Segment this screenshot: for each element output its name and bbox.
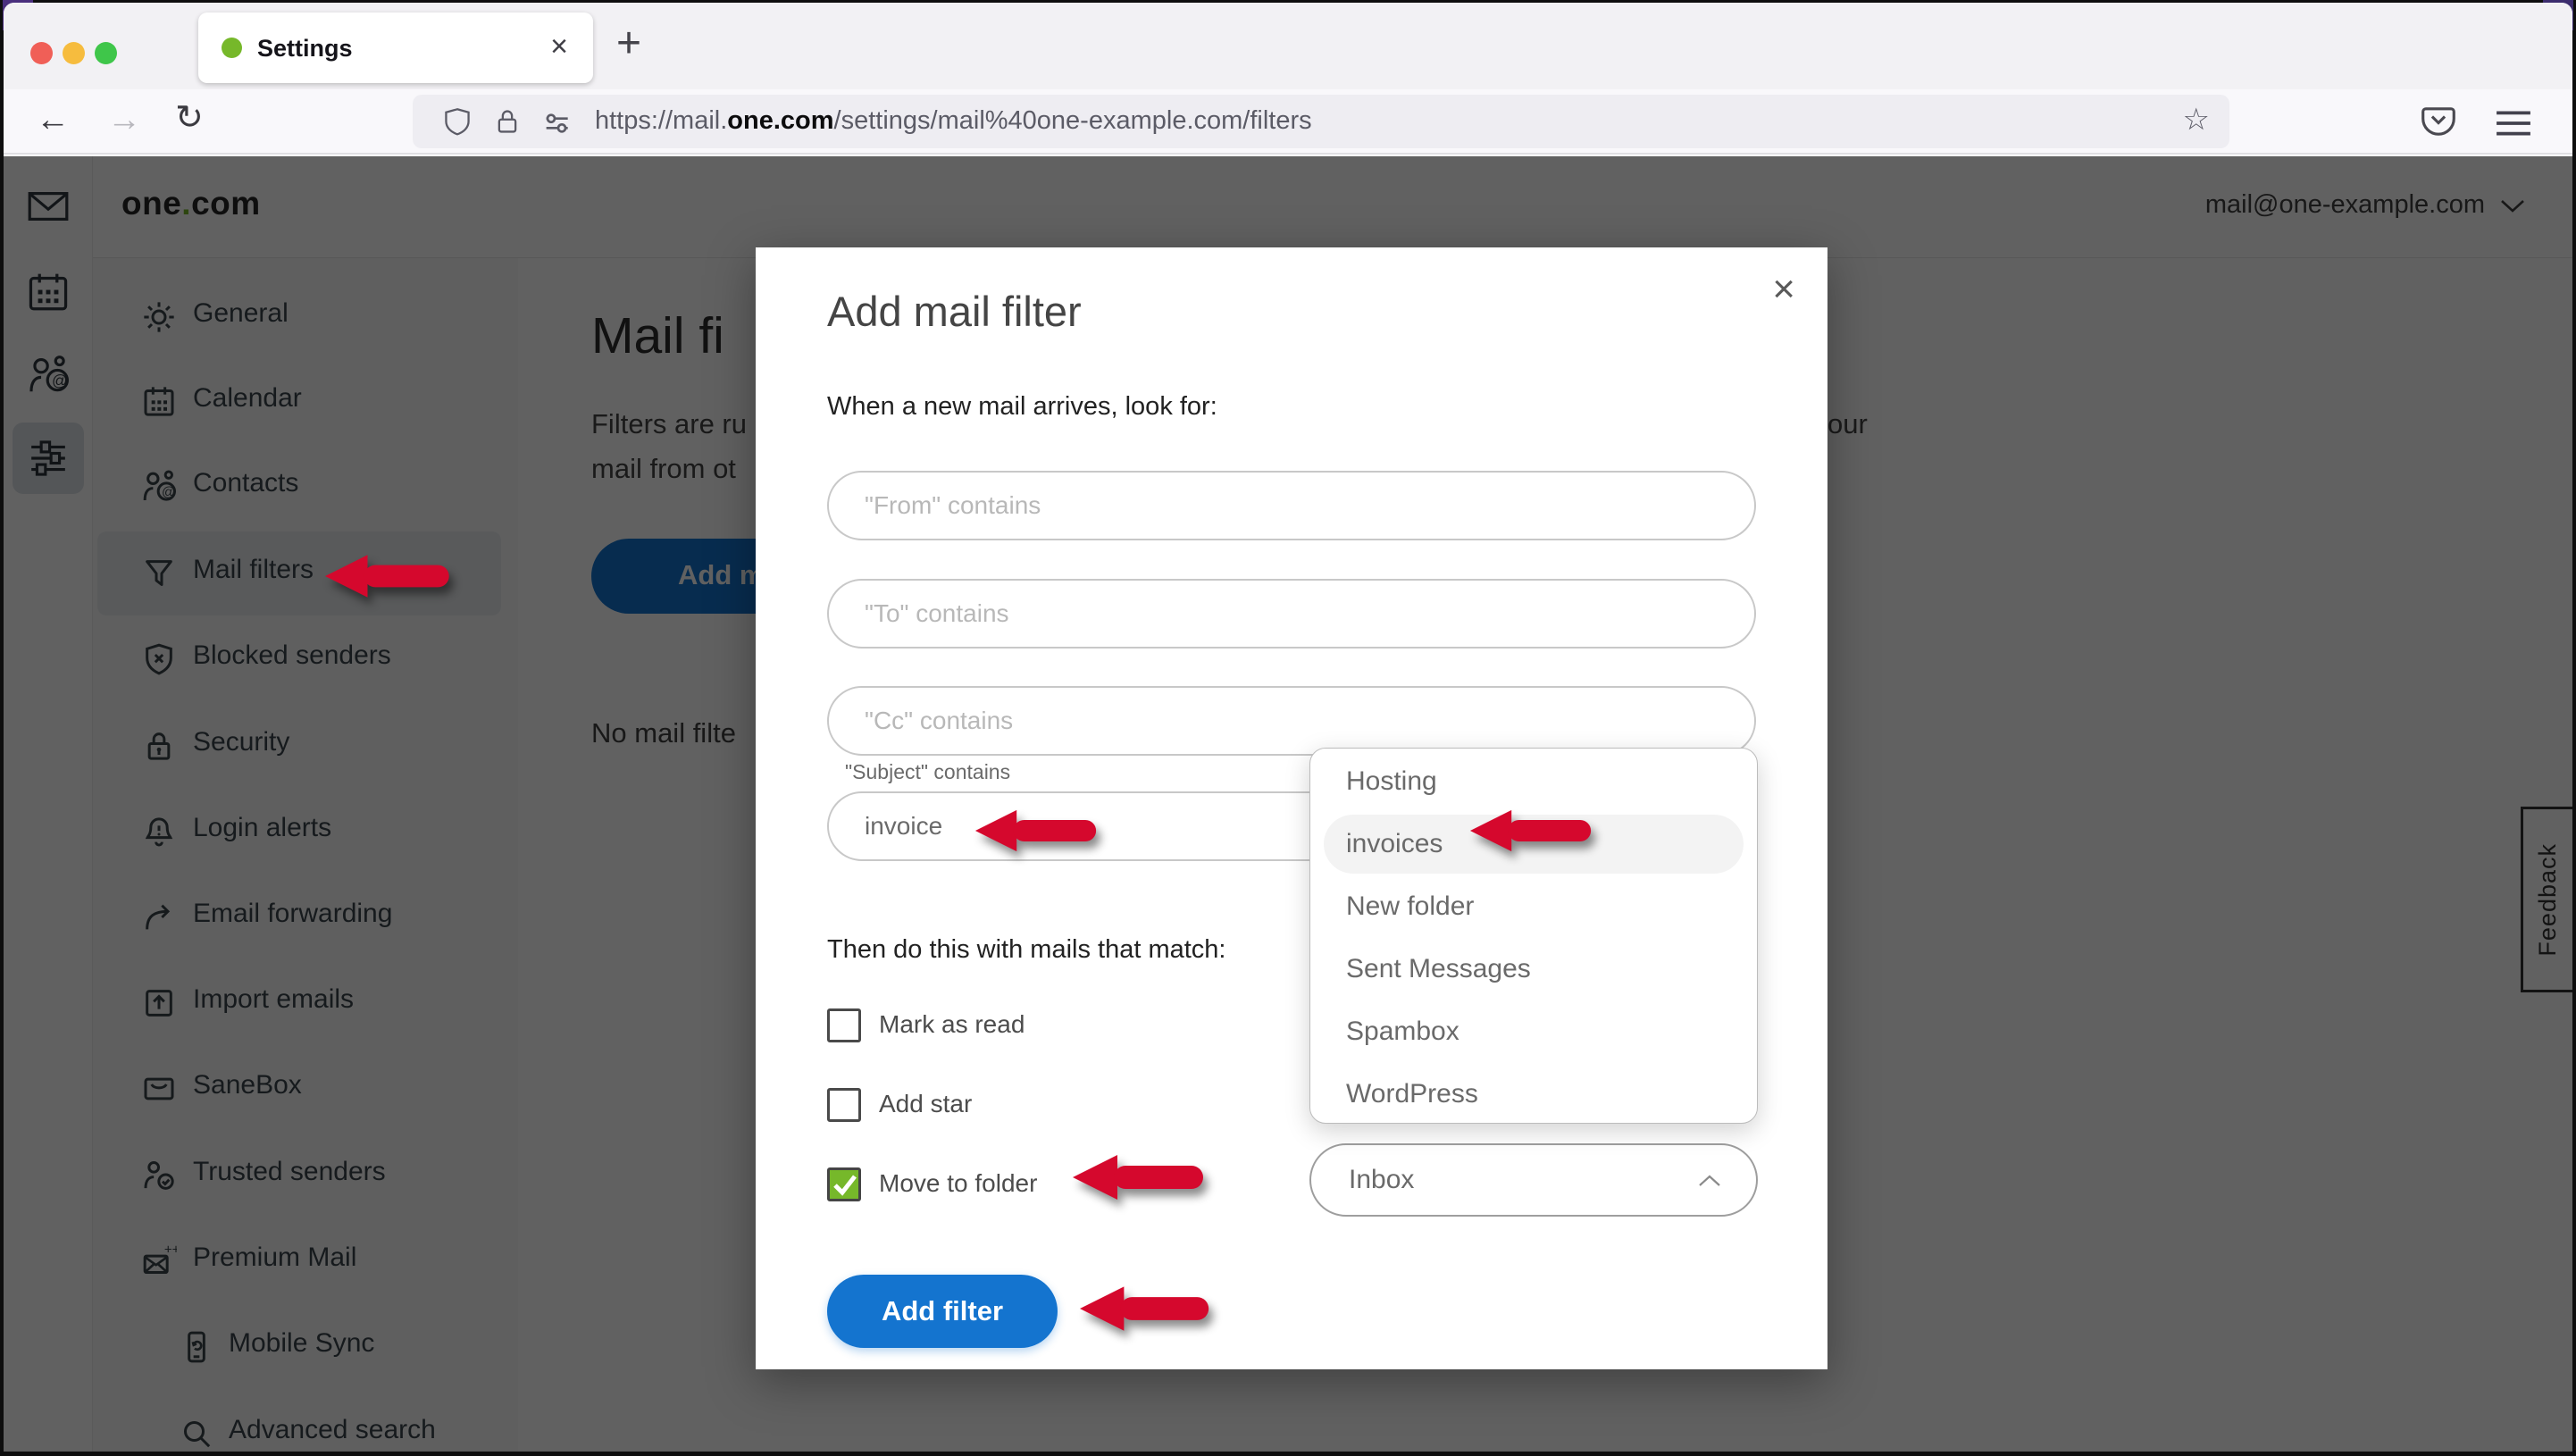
checkbox-unchecked[interactable] — [827, 1008, 861, 1042]
add-filter-button[interactable]: Add filter — [827, 1275, 1058, 1348]
folder-dropdown-list: Hosting invoices New folder Sent Message… — [1309, 748, 1758, 1124]
checkbox-unchecked[interactable] — [827, 1088, 861, 1122]
close-window-button[interactable] — [30, 42, 53, 64]
folder-option-wordpress[interactable]: WordPress — [1310, 1063, 1757, 1125]
tab-title: Settings — [257, 35, 353, 63]
checkbox-checked[interactable] — [827, 1167, 861, 1201]
browser-toolbar: ← → ↻ https://mail.one.com/settings/mail… — [4, 89, 2572, 155]
folder-option-hosting[interactable]: Hosting — [1310, 750, 1757, 813]
close-icon[interactable]: × — [1772, 267, 1795, 312]
tab-strip: Settings × + — [4, 3, 2572, 89]
conditions-heading: When a new mail arrives, look for: — [827, 392, 1217, 422]
subject-contains-label: "Subject" contains — [845, 760, 1010, 784]
bookmark-star-icon[interactable]: ☆ — [2183, 102, 2210, 138]
modal-title: Add mail filter — [827, 287, 1082, 336]
new-tab-button[interactable]: + — [616, 17, 641, 71]
screenshot-root: Settings × + ← → ↻ https://mail.one.com/… — [0, 0, 2576, 1456]
annotation-arrow-mail-filters — [325, 553, 461, 599]
folder-select[interactable]: Inbox — [1309, 1143, 1758, 1217]
folder-option-sent-messages[interactable]: Sent Messages — [1310, 938, 1757, 1000]
tab-close-icon[interactable]: × — [550, 29, 568, 64]
folder-select-value: Inbox — [1349, 1165, 1414, 1195]
minimize-window-button[interactable] — [63, 42, 85, 64]
url-path: /settings/mail%40one-example.com/filters — [834, 106, 1312, 135]
folder-option-spambox[interactable]: Spambox — [1310, 1000, 1757, 1063]
checkmark-icon — [832, 1173, 858, 1198]
permissions-icon[interactable] — [543, 113, 573, 134]
forward-button[interactable]: → — [107, 96, 141, 143]
tracking-shield-icon[interactable] — [443, 107, 472, 136]
maximize-window-button[interactable] — [95, 42, 117, 64]
back-button[interactable]: ← — [36, 96, 70, 143]
url-bar[interactable]: https://mail.one.com/settings/mail%40one… — [413, 95, 2229, 148]
cc-contains-field[interactable] — [827, 686, 1756, 756]
annotation-arrow-add-filter — [1080, 1284, 1221, 1333]
browser-window: Settings × + ← → ↻ https://mail.one.com/… — [4, 3, 2572, 1452]
reload-button[interactable]: ↻ — [175, 95, 204, 141]
tab-favicon — [222, 38, 242, 58]
chevron-up-icon — [1697, 1174, 1722, 1188]
annotation-arrow-subject-invoice — [965, 808, 1118, 853]
pocket-icon[interactable] — [2419, 102, 2458, 141]
actions-heading: Then do this with mails that match: — [827, 935, 1225, 965]
from-contains-field[interactable] — [827, 471, 1756, 540]
to-contains-field[interactable] — [827, 579, 1756, 649]
url-domain: one.com — [727, 106, 833, 135]
from-contains-input[interactable] — [827, 471, 1756, 540]
menu-hamburger-icon[interactable] — [2494, 109, 2533, 138]
annotation-arrow-move-to-folder — [1072, 1153, 1217, 1201]
folder-option-new-folder[interactable]: New folder — [1310, 875, 1757, 938]
url-prefix: https://mail. — [595, 106, 727, 135]
tab-settings[interactable]: Settings × — [198, 13, 593, 83]
url-text[interactable]: https://mail.one.com/settings/mail%40one… — [595, 106, 1312, 136]
to-contains-input[interactable] — [827, 579, 1756, 649]
lock-icon[interactable] — [493, 107, 522, 136]
page-viewport: one.com mail@one-example.com @ — [4, 156, 2572, 1452]
cc-contains-input[interactable] — [827, 686, 1756, 756]
annotation-arrow-invoices-option — [1466, 808, 1607, 853]
